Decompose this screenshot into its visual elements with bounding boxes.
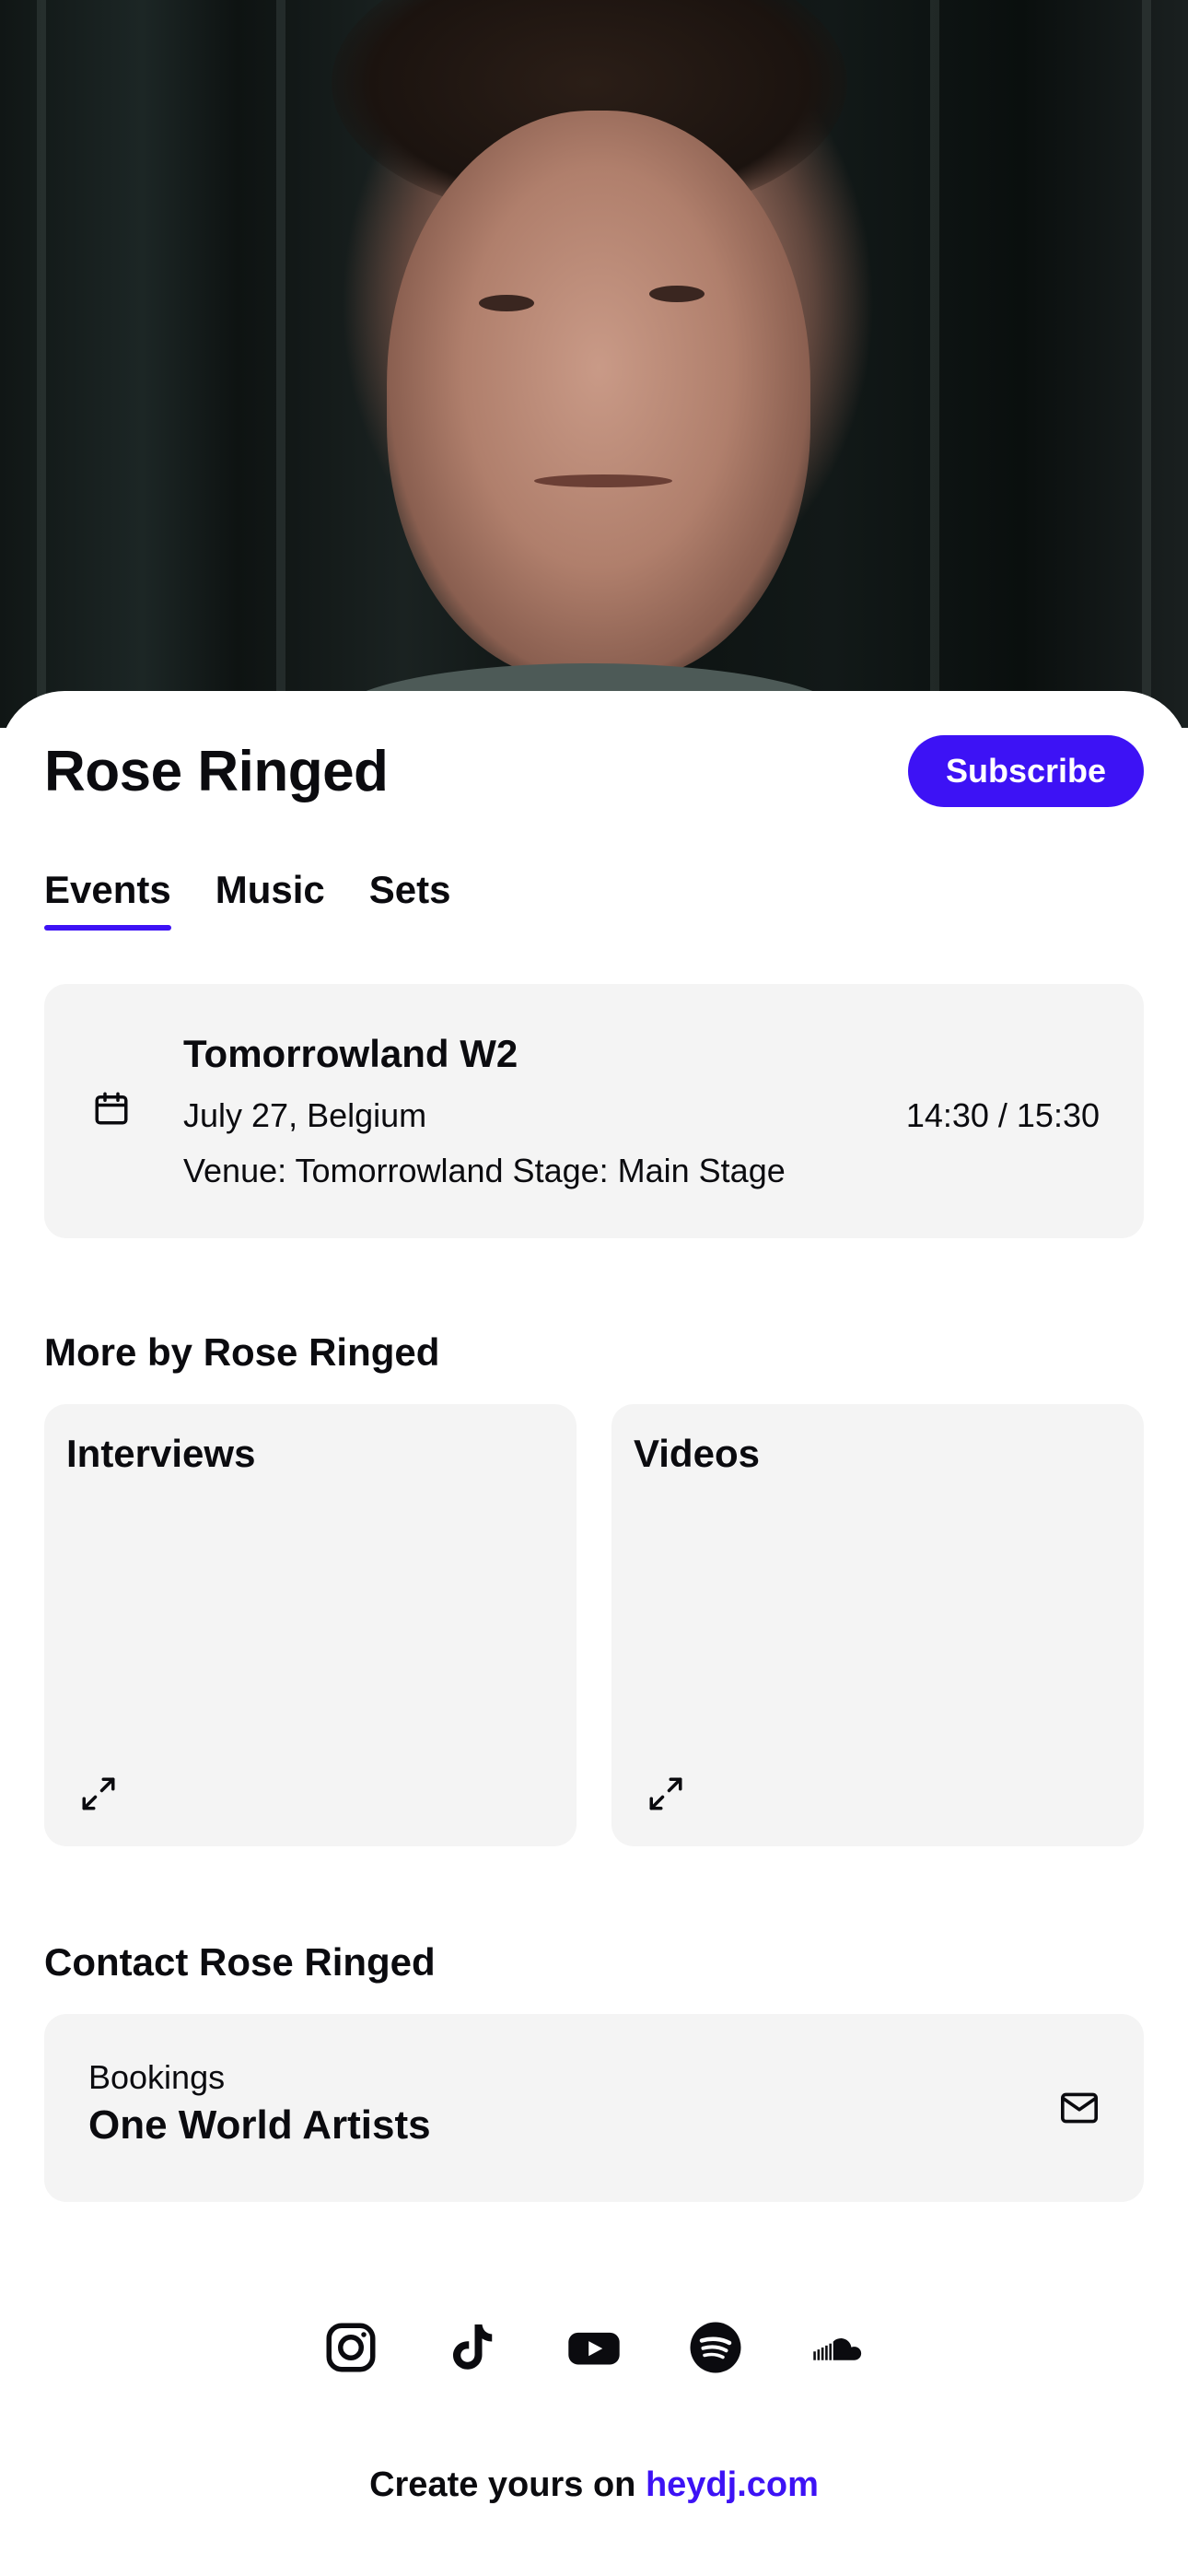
tab-music[interactable]: Music: [215, 868, 325, 925]
event-time: 14:30 / 15:30: [905, 1096, 1100, 1134]
artist-photo: [0, 0, 1188, 728]
contact-section-title: Contact Rose Ringed: [44, 1940, 436, 1984]
event-date-location: July 27, Belgium: [183, 1096, 427, 1134]
mail-icon[interactable]: [1059, 2090, 1100, 2126]
contact-card[interactable]: Bookings One World Artists: [44, 2014, 1144, 2202]
contact-agency: One World Artists: [88, 2102, 431, 2148]
footer-prefix: Create yours on: [369, 2465, 646, 2504]
footer-credit: Create yours on heydj.com: [0, 2465, 1188, 2505]
more-section-title: More by Rose Ringed: [44, 1330, 440, 1374]
contact-kind: Bookings: [88, 2058, 226, 2096]
interviews-label: Interviews: [66, 1432, 256, 1475]
soundcloud-icon[interactable]: [809, 2320, 865, 2375]
videos-tile[interactable]: Videos: [611, 1404, 1144, 1846]
content-tabs: Events Music Sets: [44, 868, 451, 931]
tab-events[interactable]: Events: [44, 868, 171, 931]
videos-label: Videos: [634, 1432, 760, 1475]
youtube-icon[interactable]: [566, 2320, 622, 2375]
tiktok-icon[interactable]: [445, 2320, 500, 2375]
calendar-icon: [95, 1092, 128, 1125]
footer-link[interactable]: heydj.com: [646, 2465, 819, 2504]
expand-icon[interactable]: [79, 1774, 118, 1813]
event-title: Tomorrowland W2: [183, 1032, 518, 1075]
social-links: [0, 2320, 1188, 2375]
subscribe-button[interactable]: Subscribe: [908, 735, 1144, 807]
expand-icon[interactable]: [646, 1774, 685, 1813]
interviews-tile[interactable]: Interviews: [44, 1404, 577, 1846]
tab-sets[interactable]: Sets: [369, 868, 451, 925]
artist-name: Rose Ringed: [44, 740, 389, 803]
instagram-icon[interactable]: [323, 2320, 379, 2375]
event-venue: Venue: Tomorrowland Stage: Main Stage: [183, 1152, 786, 1189]
spotify-icon[interactable]: [688, 2320, 743, 2375]
event-card[interactable]: Tomorrowland W2 July 27, Belgium Venue: …: [44, 984, 1144, 1238]
